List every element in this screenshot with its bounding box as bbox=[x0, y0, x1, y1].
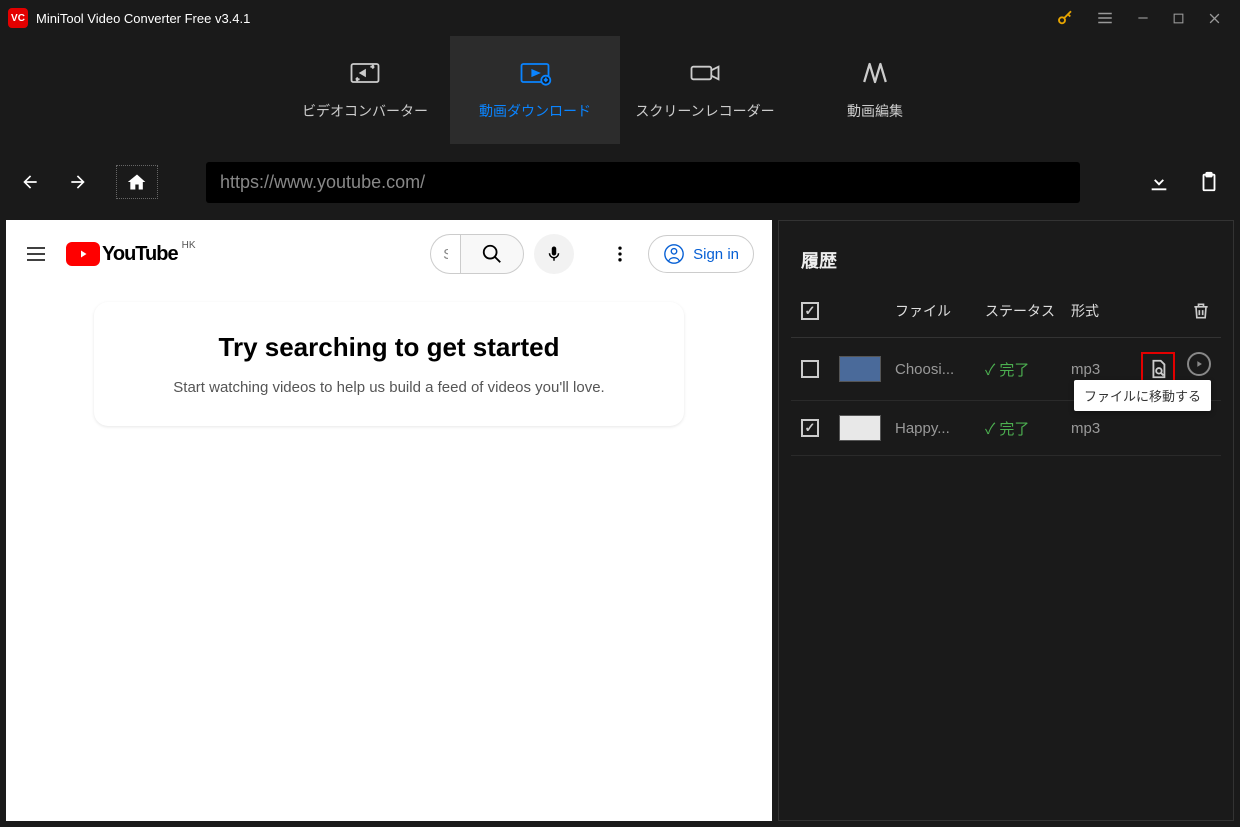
clipboard-icon bbox=[1198, 171, 1220, 193]
maximize-icon[interactable] bbox=[1172, 12, 1185, 25]
arrow-left-icon bbox=[20, 172, 40, 192]
history-pane: 履歴 ファイル ステータス 形式 Choosi... ✓ 完了 mp3 bbox=[778, 220, 1234, 821]
url-input[interactable] bbox=[206, 162, 1080, 203]
mic-icon bbox=[545, 245, 563, 263]
person-icon bbox=[663, 243, 685, 265]
tooltip: ファイルに移動する bbox=[1074, 380, 1211, 411]
trash-icon[interactable] bbox=[1191, 301, 1211, 321]
download-icon bbox=[1148, 171, 1170, 193]
row-checkbox[interactable] bbox=[801, 419, 819, 437]
col-format: 形式 bbox=[1071, 301, 1141, 321]
arrow-right-icon bbox=[68, 172, 88, 192]
minimize-icon[interactable] bbox=[1136, 11, 1150, 25]
download-tab-icon bbox=[517, 59, 553, 87]
tab-edit-label: 動画編集 bbox=[847, 101, 903, 121]
youtube-play-icon bbox=[66, 242, 100, 266]
play-button[interactable] bbox=[1187, 352, 1211, 376]
youtube-search-input[interactable] bbox=[430, 234, 460, 274]
converter-icon bbox=[347, 59, 383, 87]
file-name: Happy... bbox=[895, 420, 985, 437]
youtube-brand-text: YouTube bbox=[102, 243, 178, 266]
row-checkbox[interactable] bbox=[801, 360, 819, 378]
col-file: ファイル bbox=[895, 301, 985, 321]
edit-icon bbox=[857, 59, 893, 87]
key-icon[interactable] bbox=[1056, 9, 1074, 27]
signin-label: Sign in bbox=[693, 246, 739, 263]
youtube-mic-button[interactable] bbox=[534, 234, 574, 274]
play-icon bbox=[1194, 359, 1204, 369]
kebab-icon[interactable] bbox=[610, 244, 630, 264]
recorder-icon bbox=[687, 59, 723, 87]
hamburger-icon[interactable] bbox=[24, 242, 48, 266]
back-button[interactable] bbox=[20, 172, 40, 192]
tab-edit[interactable]: 動画編集 bbox=[790, 36, 960, 144]
youtube-region: HK bbox=[182, 240, 196, 251]
card-body: Start watching videos to help us build a… bbox=[114, 379, 664, 396]
clipboard-button[interactable] bbox=[1198, 171, 1220, 193]
tab-recorder-label: スクリーンレコーダー bbox=[635, 101, 774, 121]
home-button[interactable] bbox=[116, 165, 158, 199]
history-row[interactable]: Choosi... ✓ 完了 mp3 ファイルに移動する bbox=[791, 338, 1221, 401]
col-status: ステータス bbox=[985, 301, 1071, 321]
status-text: ✓ 完了 bbox=[985, 418, 1071, 439]
browser-pane: YouTube HK Sign in bbox=[6, 220, 772, 821]
home-icon bbox=[127, 172, 147, 192]
status-text: ✓ 完了 bbox=[985, 359, 1071, 380]
tab-converter-label: ビデオコンバーター bbox=[302, 101, 428, 121]
tab-download[interactable]: 動画ダウンロード bbox=[450, 36, 620, 144]
thumbnail bbox=[839, 356, 881, 382]
tab-recorder[interactable]: スクリーンレコーダー bbox=[620, 36, 790, 144]
format-text: mp3 bbox=[1071, 361, 1141, 378]
format-text: mp3 bbox=[1071, 420, 1141, 437]
menu-icon[interactable] bbox=[1096, 9, 1114, 27]
history-title: 履歴 bbox=[791, 239, 1221, 293]
card-title: Try searching to get started bbox=[114, 332, 664, 363]
download-button[interactable] bbox=[1148, 171, 1170, 193]
youtube-logo[interactable]: YouTube HK bbox=[66, 242, 178, 266]
youtube-search-button[interactable] bbox=[460, 234, 524, 274]
tab-download-label: 動画ダウンロード bbox=[479, 101, 591, 121]
tab-converter[interactable]: ビデオコンバーター bbox=[280, 36, 450, 144]
forward-button[interactable] bbox=[68, 172, 88, 192]
select-all-checkbox[interactable] bbox=[801, 302, 819, 320]
file-name: Choosi... bbox=[895, 361, 985, 378]
youtube-prompt-card: Try searching to get started Start watch… bbox=[94, 302, 684, 426]
close-icon[interactable] bbox=[1207, 11, 1222, 26]
app-logo: VC bbox=[8, 8, 28, 28]
youtube-signin-button[interactable]: Sign in bbox=[648, 235, 754, 273]
app-title: MiniTool Video Converter Free v3.4.1 bbox=[36, 11, 1056, 26]
search-icon bbox=[481, 243, 503, 265]
thumbnail bbox=[839, 415, 881, 441]
file-search-icon bbox=[1147, 358, 1169, 380]
